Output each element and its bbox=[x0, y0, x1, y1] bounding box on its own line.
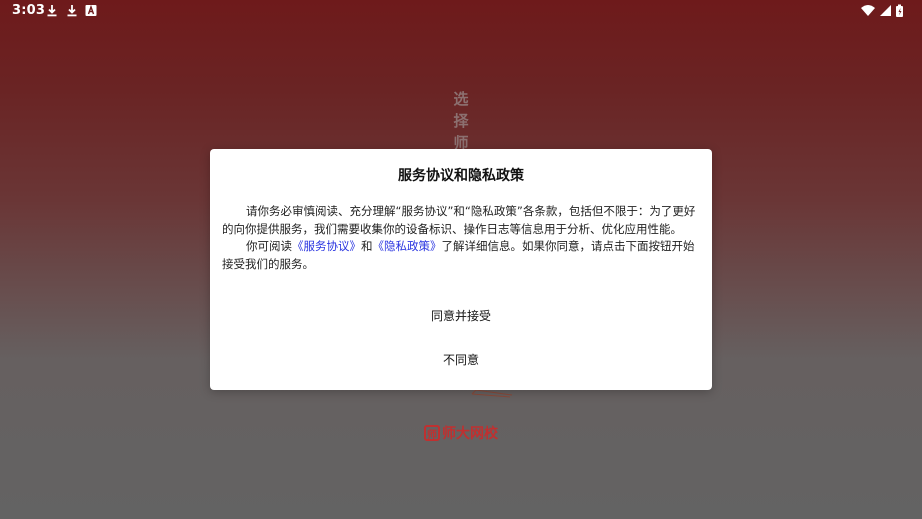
download-icon bbox=[47, 5, 57, 17]
status-time: 3:03 bbox=[12, 3, 46, 18]
battery-icon bbox=[896, 4, 903, 17]
wifi-icon bbox=[861, 5, 875, 16]
app-screen: 3:03 选 择 师 师 师大网校 服务协议和隐私政策 请你务必审慎阅读、充分理… bbox=[0, 0, 922, 519]
service-agreement-link[interactable]: 《服务协议》 bbox=[292, 239, 361, 253]
a-font-icon bbox=[85, 4, 97, 16]
agree-button[interactable]: 同意并接受 bbox=[210, 303, 712, 329]
para2-prefix: 你可阅读 bbox=[246, 239, 292, 253]
splash-vertical-text: 选 择 师 bbox=[452, 88, 470, 154]
privacy-policy-link[interactable]: 《隐私政策》 bbox=[373, 239, 442, 253]
dialog-paragraph-2: 你可阅读《服务协议》和《隐私政策》了解详细信息。如果你同意，请点击下面按钮开始接… bbox=[222, 238, 700, 273]
dialog-body: 请你务必审慎阅读、充分理解“服务协议”和“隐私政策”各条款，包括但不限于：为了更… bbox=[222, 203, 700, 273]
dialog-title: 服务协议和隐私政策 bbox=[398, 168, 524, 184]
status-right-icons bbox=[860, 3, 912, 19]
status-bar: 3:03 bbox=[0, 0, 922, 22]
splash-char: 选 bbox=[453, 90, 469, 108]
para2-and: 和 bbox=[361, 239, 373, 253]
splash-char: 择 bbox=[453, 112, 469, 130]
brand-name: 师大网校 bbox=[442, 426, 498, 442]
brand-logo: 师 师大网校 bbox=[424, 424, 498, 442]
privacy-dialog: 服务协议和隐私政策 请你务必审慎阅读、充分理解“服务协议”和“隐私政策”各条款，… bbox=[210, 149, 712, 390]
download-icon bbox=[67, 5, 77, 17]
disagree-button[interactable]: 不同意 bbox=[210, 347, 712, 373]
signal-icon bbox=[880, 5, 891, 16]
dialog-paragraph-1: 请你务必审慎阅读、充分理解“服务协议”和“隐私政策”各条款，包括但不限于：为了更… bbox=[222, 204, 696, 236]
brand-mark-icon: 师 bbox=[424, 425, 440, 441]
